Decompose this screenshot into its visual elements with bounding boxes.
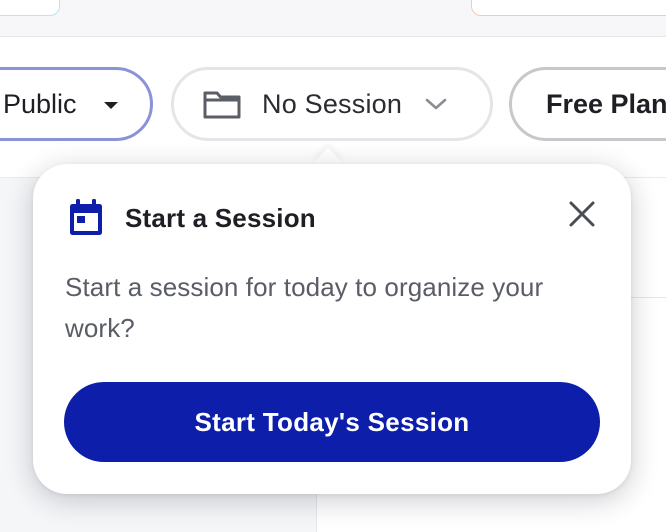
plan-button[interactable]: Free Plan — [509, 67, 666, 141]
popover-title: Start a Session — [125, 202, 316, 233]
plan-label: Free Plan — [546, 88, 666, 119]
visibility-label: Public — [3, 88, 77, 119]
divider — [630, 297, 666, 298]
calendar-icon — [67, 198, 105, 238]
caret-down-icon — [103, 102, 118, 109]
folder-icon — [202, 88, 242, 120]
top-strip — [0, 0, 666, 37]
session-dropdown[interactable]: No Session — [171, 67, 493, 141]
start-session-popover: Start a Session Start a session for toda… — [33, 164, 631, 494]
visibility-dropdown[interactable]: Public — [0, 67, 153, 141]
app-page: Public No Session Free Plan Start a Sess… — [0, 0, 666, 532]
start-todays-session-button[interactable]: Start Today's Session — [64, 382, 600, 462]
popover-message: Start a session for today to organize yo… — [65, 272, 544, 343]
close-button[interactable] — [566, 198, 598, 230]
top-card-right[interactable] — [471, 0, 666, 16]
popover-header: Start a Session — [67, 198, 316, 238]
close-icon — [569, 201, 595, 227]
session-label: No Session — [262, 88, 403, 119]
chevron-down-icon — [424, 96, 448, 112]
top-card-left[interactable] — [0, 0, 60, 16]
